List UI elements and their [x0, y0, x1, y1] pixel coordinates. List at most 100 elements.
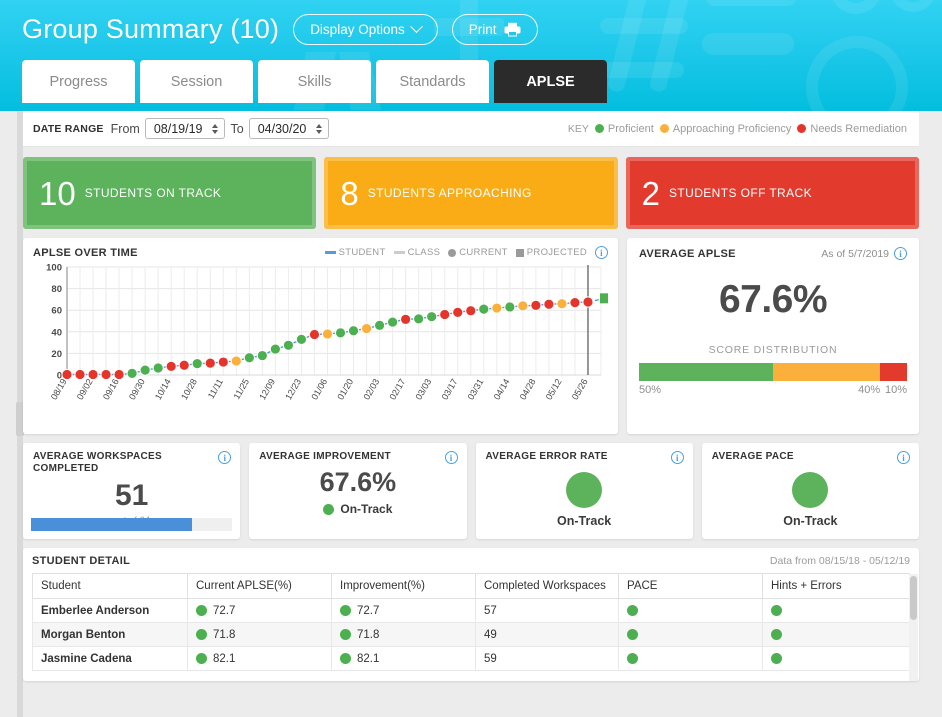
tab-session[interactable]: Session — [140, 60, 253, 103]
display-options-label: Display Options — [310, 22, 405, 37]
cell-current-aplse: 82.1 — [187, 646, 332, 671]
tile-caption: STUDENTS ON TRACK — [84, 186, 222, 200]
info-icon[interactable]: i — [670, 451, 684, 464]
display-options-button[interactable]: Display Options — [293, 14, 438, 45]
status-dot-icon — [771, 629, 782, 640]
cell-current-aplse: 72.7 — [187, 598, 332, 623]
date-from-select[interactable]: 08/19/19 — [144, 118, 226, 139]
cell-pace — [618, 598, 763, 623]
page-header: Group Summary (10) Display Options Print… — [0, 0, 942, 111]
distribution-labels: 50% 40% 10% — [639, 384, 907, 396]
svg-text:09/02: 09/02 — [75, 377, 95, 402]
tab-label: APLSE — [526, 73, 575, 90]
average-aplse-value: 67.6% — [718, 278, 828, 321]
key-item-label: Approaching Proficiency — [672, 122, 792, 135]
status-dot-icon — [797, 124, 807, 133]
status-dot-icon — [627, 653, 638, 664]
tile-students-on-track: 10 STUDENTS ON TRACK — [23, 157, 317, 229]
column-student[interactable]: Student — [32, 573, 188, 599]
svg-text:11/25: 11/25 — [231, 377, 251, 401]
svg-text:01/06: 01/06 — [309, 377, 329, 402]
table-scrollbar[interactable] — [909, 574, 918, 681]
info-icon[interactable]: i — [897, 451, 910, 464]
cell-improvement: 72.7 — [331, 598, 476, 623]
key-label: KEY — [567, 122, 589, 135]
column-completed-workspaces[interactable]: Completed Workspaces — [475, 573, 619, 599]
svg-text:12/23: 12/23 — [283, 377, 303, 402]
metric-cards-row: AVERAGE WORKSPACES COMPLETED i 51 out of… — [23, 434, 919, 539]
legend-label: STUDENT — [338, 247, 386, 258]
metric-status-label: On-Track — [783, 514, 838, 529]
svg-text:03/03: 03/03 — [413, 377, 433, 402]
tile-value: 10 — [39, 174, 76, 212]
summary-tiles: 10 STUDENTS ON TRACK 8 STUDENTS APPROACH… — [23, 147, 919, 229]
legend-student: STUDENT — [324, 247, 386, 258]
svg-text:04/28: 04/28 — [518, 377, 538, 402]
key-item-needs-remediation: Needs Remediation — [797, 123, 907, 135]
metric-title: AVERAGE WORKSPACES COMPLETED — [33, 451, 162, 475]
date-range-bar: DATE RANGE From 08/19/19 To 04/30/20 KEY… — [23, 111, 919, 147]
legend-key: KEY Proficient Approaching Proficiency N… — [568, 123, 911, 135]
svg-text:80: 80 — [51, 284, 62, 295]
date-to-select[interactable]: 04/30/20 — [248, 118, 330, 139]
average-aplse-card: AVERAGE APLSE As of 5/7/2019 i 67.6% SCO… — [627, 238, 919, 434]
student-detail-daterange: Data from 08/15/18 - 05/12/19 — [769, 555, 910, 567]
distribution-segment-needs — [880, 363, 907, 381]
tab-skills[interactable]: Skills — [258, 60, 371, 103]
date-from-value: 08/19/19 — [153, 121, 203, 136]
status-dot-icon — [340, 653, 351, 664]
cell-pace — [618, 646, 763, 671]
status-dot-icon — [771, 605, 782, 616]
tab-progress[interactable]: Progress — [22, 60, 135, 103]
metric-average-error-rate: AVERAGE ERROR RATE i On-Track — [475, 443, 693, 539]
metric-average-improvement: AVERAGE IMPROVEMENT i 67.6% On-Track — [249, 443, 467, 539]
cell-pace — [618, 622, 763, 647]
stepper-icon — [316, 123, 323, 134]
tab-aplse[interactable]: APLSE — [494, 60, 607, 103]
column-hints-errors[interactable]: Hints + Errors — [762, 573, 910, 599]
cell-completed-workspaces: 57 — [475, 598, 619, 623]
distribution-label-needs: 10% — [884, 384, 907, 396]
cell-student: Jasmine Cadena — [32, 646, 188, 671]
svg-text:20: 20 — [51, 349, 62, 360]
tile-caption: STUDENTS APPROACHING — [367, 186, 532, 200]
info-icon[interactable]: i — [595, 246, 608, 259]
from-label: From — [110, 121, 140, 136]
svg-text:08/19: 08/19 — [49, 377, 69, 402]
table-row[interactable]: Emberlee Anderson 72.7 72.7 57 — [32, 598, 910, 623]
cell-hints-errors — [762, 622, 910, 647]
key-item-label: Needs Remediation — [810, 122, 907, 135]
info-icon[interactable]: i — [218, 451, 232, 464]
cell-student: Emberlee Anderson — [32, 598, 188, 623]
print-button[interactable]: Print — [451, 14, 538, 45]
svg-text:03/17: 03/17 — [440, 377, 460, 402]
table-row[interactable]: Morgan Benton 71.8 71.8 49 — [32, 622, 910, 647]
svg-text:10/14: 10/14 — [153, 377, 173, 402]
legend-projected: PROJECTED — [515, 247, 587, 258]
svg-text:05/26: 05/26 — [570, 377, 590, 402]
score-distribution-label: SCORE DISTRIBUTION — [708, 344, 838, 356]
svg-text:09/16: 09/16 — [101, 377, 121, 402]
column-pace[interactable]: PACE — [618, 573, 763, 599]
legend-label: PROJECTED — [526, 247, 587, 258]
legend-label: CLASS — [407, 247, 441, 258]
status-dot-icon — [196, 605, 207, 616]
info-icon[interactable]: i — [444, 451, 458, 464]
status-dot-icon — [594, 124, 604, 133]
tab-standards[interactable]: Standards — [376, 60, 489, 103]
column-current-aplse[interactable]: Current APLSE(%) — [187, 573, 332, 599]
cell-student: Morgan Benton — [32, 622, 188, 647]
key-item-approaching: Approaching Proficiency — [659, 122, 792, 135]
table-row[interactable]: Jasmine Cadena 82.1 82.1 59 — [32, 646, 910, 671]
svg-text:01/20: 01/20 — [335, 377, 355, 402]
distribution-segment-proficient — [639, 363, 773, 381]
info-icon[interactable]: i — [894, 247, 907, 260]
student-detail-header: STUDENT DETAIL Data from 08/15/18 - 05/1… — [32, 555, 910, 573]
tile-value: 8 — [340, 174, 359, 212]
page-title: Group Summary (10) — [22, 14, 280, 44]
score-distribution-bar — [639, 363, 907, 381]
column-improvement[interactable]: Improvement(%) — [331, 573, 476, 599]
distribution-label-proficient: 50% — [639, 384, 662, 396]
header-toolbar: Group Summary (10) Display Options Print — [0, 0, 942, 45]
status-dot-icon — [340, 605, 351, 616]
